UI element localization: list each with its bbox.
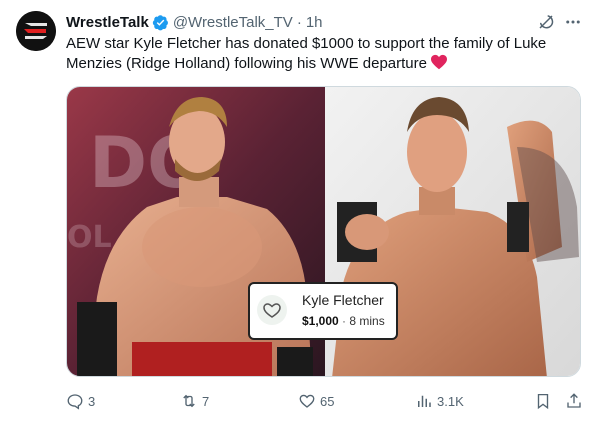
donation-details: $1,000 · 8 mins xyxy=(302,314,385,328)
tweet-text-content: AEW star Kyle Fletcher has donated $1000… xyxy=(66,35,547,72)
bookmark-icon xyxy=(537,393,549,410)
verified-badge-icon[interactable] xyxy=(152,14,169,31)
display-name[interactable]: WrestleTalk xyxy=(66,14,149,31)
repost-icon xyxy=(183,394,195,408)
donation-card: Kyle Fletcher $1,000 · 8 mins xyxy=(248,282,398,340)
wrestletalk-logo xyxy=(16,11,56,51)
tweet-header: WrestleTalk @WrestleTalk_TV · 1h xyxy=(66,12,323,32)
tweet-media[interactable]: DO OL Kyle Fletcher $1,000 · 8 mins xyxy=(66,86,581,377)
bookmark-button[interactable] xyxy=(534,389,552,413)
donation-amount: $1,000 xyxy=(302,314,339,328)
views-count: 3.1K xyxy=(437,393,464,409)
header-separator: · xyxy=(296,13,302,31)
reply-count: 3 xyxy=(88,393,96,409)
timestamp[interactable]: 1h xyxy=(306,14,323,31)
grok-icon[interactable] xyxy=(537,13,555,31)
like-button[interactable]: 65 xyxy=(298,389,334,413)
views-icon xyxy=(418,395,431,407)
share-icon xyxy=(567,393,581,408)
repost-count: 7 xyxy=(202,393,210,409)
donation-separator: · xyxy=(342,314,347,328)
views-button[interactable]: 3.1K xyxy=(415,389,464,413)
red-heart-emoji xyxy=(430,54,447,70)
like-icon xyxy=(299,394,315,408)
handle[interactable]: @WrestleTalk_TV xyxy=(173,14,293,31)
share-button[interactable] xyxy=(565,389,583,413)
action-bar: 3 7 65 3.1K xyxy=(0,389,598,413)
avatar[interactable] xyxy=(16,11,56,51)
repost-button[interactable]: 7 xyxy=(180,389,209,413)
donation-time: 8 mins xyxy=(349,314,385,328)
more-icon[interactable] xyxy=(563,13,583,31)
tweet[interactable]: WrestleTalk @WrestleTalk_TV · 1h AEW sta… xyxy=(0,0,598,422)
reply-icon xyxy=(67,394,83,410)
donor-name: Kyle Fletcher xyxy=(302,292,384,308)
svg-text:OL: OL xyxy=(67,220,112,255)
tweet-text: AEW star Kyle Fletcher has donated $1000… xyxy=(66,34,586,74)
gofundme-heart-icon xyxy=(257,295,287,325)
reply-button[interactable]: 3 xyxy=(66,389,95,413)
like-count: 65 xyxy=(320,393,335,409)
